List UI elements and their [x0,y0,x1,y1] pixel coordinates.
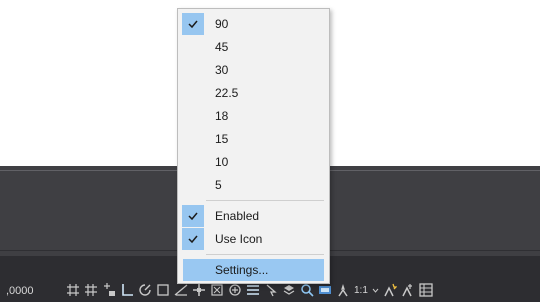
menu-item-22-5[interactable]: 22.5 [182,82,325,104]
menu-item-settings[interactable]: Settings... [183,259,324,281]
ortho-icon[interactable] [120,283,134,297]
menu-item-label: 30 [215,63,229,77]
snap-grid-icon[interactable] [84,283,98,297]
workspace-icon[interactable] [401,283,415,297]
checkmark-icon [188,212,198,221]
menu-item-label: 10 [215,155,229,169]
grid-icon[interactable] [66,283,80,297]
menu-separator [206,254,324,255]
properties-icon[interactable] [419,283,433,297]
menu-item-label: 5 [215,178,222,192]
autoscale-icon[interactable] [383,283,397,297]
infer-constraints-icon[interactable] [102,283,116,297]
gizmo-icon[interactable] [318,283,332,297]
object-snap-tracking-icon[interactable] [174,283,188,297]
menu-item-label: Settings... [215,263,269,277]
checkmark-icon [188,20,198,29]
chevron-down-icon[interactable] [372,283,379,297]
menu-separator [206,200,324,201]
menu-item-45[interactable]: 45 [182,36,325,58]
transparency-icon[interactable] [228,283,242,297]
menu-item-label: Use Icon [215,232,263,246]
menu-item-label: 22.5 [215,86,239,100]
menu-item-label: Enabled [215,209,260,223]
menu-item-enabled[interactable]: Enabled [182,205,325,227]
menu-item-use-icon[interactable]: Use Icon [182,228,325,250]
check-highlight [182,13,204,35]
lineweight-icon[interactable] [210,283,224,297]
selection-filter-icon[interactable] [300,283,314,297]
selection-cycling-icon[interactable] [246,283,260,297]
menu-item-label: 45 [215,40,229,54]
menu-item-15[interactable]: 15 [182,128,325,150]
object-snap-icon[interactable] [192,283,206,297]
menu-item-label: 18 [215,109,229,123]
polar-tracking-icon[interactable] [138,283,152,297]
menu-item-10[interactable]: 10 [182,151,325,173]
menu-item-5[interactable]: 5 [182,174,325,196]
annotation-visibility-icon[interactable] [336,283,350,297]
coordinate-readout: ,0000 [6,285,34,297]
dynamic-ucs-icon[interactable] [282,283,296,297]
check-highlight [182,205,204,227]
menu-item-label: 90 [215,17,229,31]
menu-item-18[interactable]: 18 [182,105,325,127]
check-highlight [182,228,204,250]
polar-angle-menu: 90 45 30 22.5 18 15 10 5 Enabled Use Ico… [177,8,330,284]
menu-item-label: 15 [215,132,229,146]
menu-item-90[interactable]: 90 [182,13,325,35]
isometric-icon[interactable] [156,283,170,297]
annotation-scale[interactable]: 1:1 [354,285,368,296]
checkmark-icon [188,235,198,244]
3d-object-snap-icon[interactable] [264,283,278,297]
menu-item-30[interactable]: 30 [182,59,325,81]
